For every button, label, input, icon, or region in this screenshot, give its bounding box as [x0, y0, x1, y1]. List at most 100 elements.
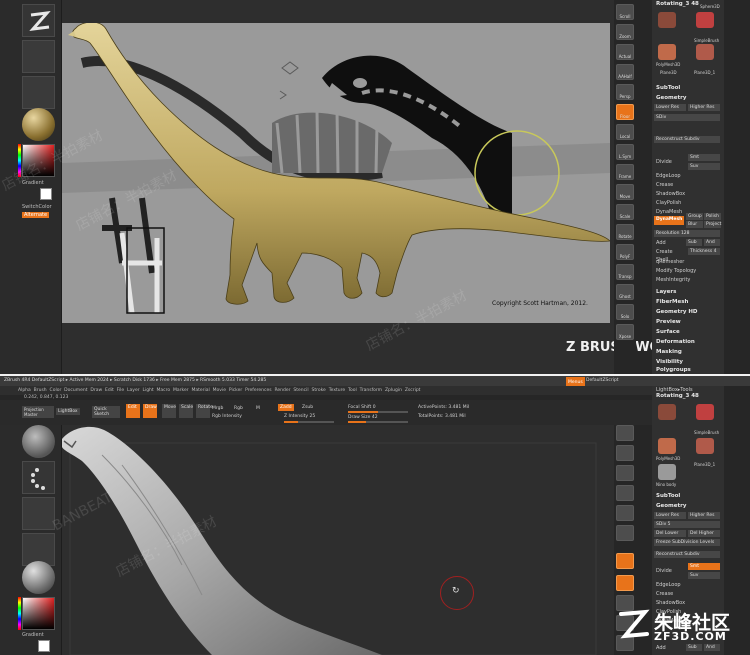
resolution-slider[interactable]: Resolution 128	[654, 230, 720, 237]
menu-layer[interactable]: Layer	[127, 388, 140, 393]
move-icon[interactable]: Move	[616, 184, 634, 200]
z-intensity-slider[interactable]: Z Intensity 25	[284, 414, 315, 419]
scroll-icon[interactable]: Scroll	[616, 4, 634, 20]
transp-icon[interactable]: Transp	[616, 264, 634, 280]
polish-button[interactable]: Polish	[704, 213, 721, 220]
menu-stroke[interactable]: Stroke	[311, 388, 325, 393]
blur-button[interactable]: Blur	[686, 221, 703, 228]
higher-res-button[interactable]: Higher Res	[688, 512, 720, 519]
polygroups-header[interactable]: Polygroups	[652, 366, 724, 374]
menu-render[interactable]: Render	[274, 388, 290, 393]
projection-master-button[interactable]: Projection Master	[22, 406, 54, 418]
material-sphere[interactable]	[22, 108, 55, 141]
surface-header[interactable]: Surface	[652, 328, 724, 337]
actual-icon[interactable]	[616, 465, 634, 481]
lsym-icon[interactable]	[616, 575, 634, 591]
higher-res-button[interactable]: Higher Res	[688, 104, 720, 111]
group-button[interactable]: Group	[686, 213, 703, 220]
menu-zplugin[interactable]: Zplugin	[385, 388, 402, 393]
menu-file[interactable]: File	[117, 388, 125, 393]
alpha-slot[interactable]	[22, 497, 55, 530]
dynamesh-button[interactable]: DynaMesh	[654, 216, 684, 225]
ghost-icon[interactable]: Ghost	[616, 284, 634, 300]
crease-item[interactable]: Crease	[652, 590, 724, 598]
tool-thumb-polymesh[interactable]	[658, 44, 676, 60]
color-picker[interactable]	[22, 597, 55, 630]
shadowbox-item[interactable]: ShadowBox	[652, 190, 724, 198]
menu-edit[interactable]: Edit	[105, 388, 114, 393]
edit-button[interactable]: Edit	[126, 404, 140, 418]
lower-res-button[interactable]: Lower Res	[654, 512, 686, 519]
xpose-icon[interactable]: Xpose	[616, 324, 634, 340]
sdiv-slider[interactable]: SDiv 5	[654, 521, 720, 528]
brush-slot-2[interactable]	[22, 76, 55, 109]
tool-thumb-sphere[interactable]	[658, 404, 676, 420]
main-color-swatch[interactable]	[38, 640, 50, 652]
rgb-intensity-slider[interactable]: Rgb Intensity	[212, 414, 242, 419]
deformation-header[interactable]: Deformation	[652, 338, 724, 347]
aahalf-icon[interactable]	[616, 485, 634, 501]
alternate-button[interactable]: Alternate	[22, 212, 50, 218]
menu-tool[interactable]: Tool	[348, 388, 357, 393]
menu-transform[interactable]: Transform	[360, 388, 382, 393]
draw-size-slider[interactable]: Draw Size 42	[348, 415, 378, 420]
suv-button[interactable]: Suv	[688, 572, 720, 579]
meshintegrity-item[interactable]: MeshIntegrity	[652, 276, 724, 284]
zoom-icon[interactable]: Zoom	[616, 24, 634, 40]
edgeloop-item[interactable]: EdgeLoop	[652, 581, 724, 589]
geometry-header[interactable]: Geometry	[652, 94, 724, 103]
scale-icon[interactable]: Scale	[616, 204, 634, 220]
local-icon[interactable]: Local	[616, 124, 634, 140]
menu-alpha[interactable]: Alpha	[18, 388, 31, 393]
menu-texture[interactable]: Texture	[329, 388, 345, 393]
and-button[interactable]: And	[704, 644, 720, 651]
geometry-hd-header[interactable]: Geometry HD	[652, 308, 724, 317]
menu-macro[interactable]: Macro	[157, 388, 171, 393]
claypolish-item[interactable]: ClayPolish	[652, 199, 724, 207]
focal-shift-track[interactable]	[348, 411, 408, 413]
tool-thumb-plane[interactable]	[696, 438, 714, 454]
crease-item[interactable]: Crease	[652, 181, 724, 189]
rgb-toggle[interactable]: Rgb	[234, 406, 243, 411]
sub-button[interactable]: Sub	[686, 644, 702, 651]
menu-draw[interactable]: Draw	[90, 388, 102, 393]
lightbox-tools-link[interactable]: LightBox▸Tools	[652, 386, 724, 394]
menu-zscript[interactable]: Zscript	[405, 388, 421, 393]
mrgb-toggle[interactable]: Mrgb	[212, 406, 223, 411]
menu-material[interactable]: Material	[191, 388, 209, 393]
sdiv-slider[interactable]: SDiv	[654, 114, 720, 121]
frame-icon[interactable]: Frame	[616, 164, 634, 180]
lower-res-button[interactable]: Lower Res	[654, 104, 686, 111]
material-sphere[interactable]	[22, 561, 55, 594]
menu-document[interactable]: Document	[64, 388, 87, 393]
subtool-header[interactable]: SubTool	[652, 492, 724, 501]
menu-marker[interactable]: Marker	[173, 388, 189, 393]
focal-shift-slider[interactable]: Focal Shift 0	[348, 405, 376, 410]
subtool-header[interactable]: SubTool	[652, 84, 724, 93]
geometry-header[interactable]: Geometry	[652, 502, 724, 511]
menu-light[interactable]: Light	[142, 388, 153, 393]
menu-stencil[interactable]: Stencil	[293, 388, 308, 393]
move-button[interactable]: Move	[162, 404, 176, 418]
menu-preferences[interactable]: Preferences	[245, 388, 271, 393]
stroke-icon[interactable]	[22, 461, 55, 494]
suv-button[interactable]: Suv	[688, 163, 720, 170]
switch-color-label[interactable]: SwitchColor	[22, 204, 52, 210]
scroll-icon[interactable]	[616, 425, 634, 441]
scale-button[interactable]: Scale	[179, 404, 193, 418]
menu-color[interactable]: Color	[50, 388, 62, 393]
default-zscript-label[interactable]: DefaultZScript	[586, 376, 619, 386]
tool-thumb-simplebrush[interactable]	[696, 404, 714, 420]
project-button[interactable]: Project	[704, 221, 721, 228]
sub-button[interactable]: Sub	[686, 239, 702, 246]
polyf-icon[interactable]: PolyF	[616, 244, 634, 260]
tool-thumb-nino-body[interactable]	[658, 464, 676, 480]
menu-picker[interactable]: Picker	[229, 388, 242, 393]
floor-icon[interactable]	[616, 525, 634, 541]
menu-brush[interactable]: Brush	[34, 388, 47, 393]
draw-size-track[interactable]	[348, 421, 408, 423]
hue-strip[interactable]	[18, 597, 21, 630]
floor-icon[interactable]: Floor	[616, 104, 634, 120]
fibermesh-header[interactable]: FiberMesh	[652, 298, 724, 307]
tool-thumb-polymesh[interactable]	[658, 438, 676, 454]
